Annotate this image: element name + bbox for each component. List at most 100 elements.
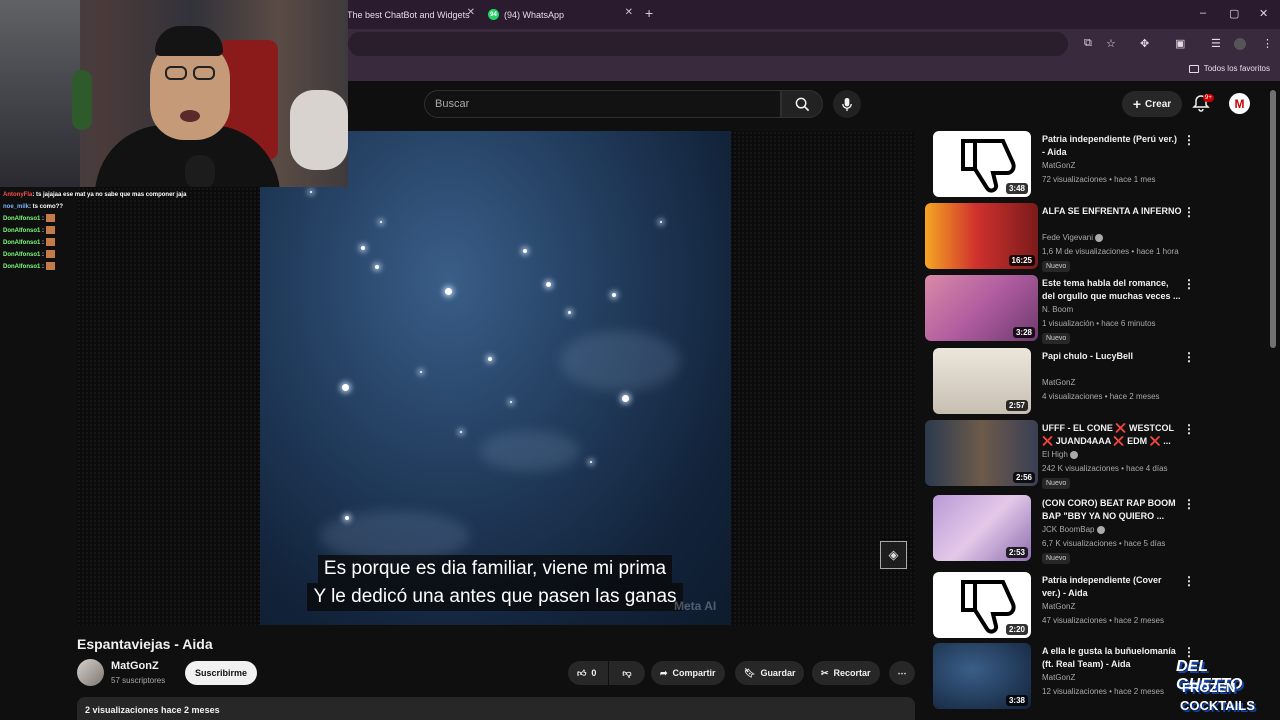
- extensions-icon[interactable]: ✥: [1140, 37, 1149, 50]
- more-options-icon[interactable]: ⋮: [1183, 350, 1195, 364]
- maximize-icon[interactable]: ▢: [1229, 7, 1239, 20]
- video-thumbnail[interactable]: 3:38: [933, 643, 1031, 709]
- video-thumbnail[interactable]: 3:28: [925, 275, 1038, 341]
- emote-icon: [46, 214, 56, 223]
- recommendation-item[interactable]: 2:53 (CON CORO) BEAT RAP BOOM BAP "BBY YA…: [925, 495, 1195, 564]
- more-options-icon[interactable]: ⋮: [1183, 133, 1195, 147]
- views-and-date: 2 visualizaciones hace 2 meses: [85, 705, 220, 715]
- tab-label: The best ChatBot and Widgets: [347, 9, 470, 20]
- video-thumbnail[interactable]: 3:48: [933, 131, 1031, 197]
- scrollbar[interactable]: [1270, 90, 1276, 348]
- description-box[interactable]: 2 visualizaciones hace 2 meses: [77, 697, 915, 720]
- close-tab-icon[interactable]: ✕: [625, 7, 633, 18]
- more-options-icon[interactable]: ⋮: [1183, 574, 1195, 588]
- recommendation-item[interactable]: 2:57 Papi chulo - LucyBell MatGonZ 4 visual…: [925, 348, 1195, 416]
- video-thumbnail[interactable]: 16:25: [925, 203, 1038, 269]
- star: [660, 221, 662, 223]
- subscribe-button[interactable]: Suscribirme: [185, 661, 257, 685]
- recommendation-item[interactable]: 3:28 Este tema habla del romance, del org…: [925, 275, 1195, 344]
- video-frame[interactable]: [260, 131, 731, 625]
- recommendation-meta: 1 visualización • hace 6 minutos: [1042, 319, 1156, 328]
- install-icon[interactable]: ⧉: [1084, 37, 1092, 50]
- recommendation-item[interactable]: 16:25 ALFA SE ENFRENTA A INFERNO Fede Vige…: [925, 203, 1195, 272]
- recommendation-title[interactable]: ALFA SE ENFRENTA A INFERNO: [1042, 205, 1182, 218]
- video-thumbnail[interactable]: 2:20: [933, 572, 1031, 638]
- close-tab-icon[interactable]: ✕: [467, 7, 475, 18]
- video-thumbnail[interactable]: 2:57: [933, 348, 1031, 414]
- avatar[interactable]: M: [1229, 93, 1250, 114]
- star: [310, 191, 312, 193]
- recommendation-title[interactable]: UFFF - EL CONE ❌ WESTCOL ❌ JUAND4AAA ❌ E…: [1042, 422, 1182, 448]
- more-options-icon[interactable]: ⋮: [1183, 497, 1195, 511]
- recommendation-channel[interactable]: El High: [1042, 450, 1079, 459]
- video-thumbnail[interactable]: 2:53: [933, 495, 1031, 561]
- star: [612, 293, 616, 297]
- star: [342, 384, 349, 391]
- recommendation-channel[interactable]: JCK BoomBap: [1042, 525, 1105, 534]
- save-button[interactable]: 🔖︎ Guardar: [735, 661, 805, 685]
- recommendation-item[interactable]: 3:48 Patria independiente (Perú ver.) - A…: [925, 131, 1195, 199]
- search-button[interactable]: [781, 90, 823, 118]
- more-options-icon[interactable]: ⋮: [1183, 205, 1195, 219]
- duration-badge: 16:25: [1008, 255, 1035, 266]
- profile-icon[interactable]: [1234, 38, 1246, 50]
- recommendation-item[interactable]: 2:20 Patria independiente (Cover ver.) - …: [925, 572, 1195, 640]
- more-actions-button[interactable]: ⋯: [889, 661, 915, 685]
- duration-badge: 3:38: [1005, 695, 1028, 706]
- close-window-icon[interactable]: ✕: [1259, 7, 1268, 20]
- subtitle-line: Y le dedicó una antes que pasen las gana…: [307, 583, 683, 611]
- verified-icon: [1070, 450, 1079, 459]
- all-bookmarks[interactable]: Todos los favoritos: [1188, 64, 1270, 73]
- recommendation-title[interactable]: Este tema habla del romance, del orgullo…: [1042, 277, 1182, 303]
- omnibox[interactable]: [348, 32, 1068, 56]
- new-tab-icon[interactable]: +: [645, 5, 653, 21]
- recommendation-channel[interactable]: N. Boom: [1042, 305, 1073, 314]
- tab-chatbot[interactable]: The best ChatBot and Widgets ✕: [347, 4, 475, 25]
- video-thumbnail[interactable]: 2:56: [925, 420, 1038, 486]
- recommendation-channel[interactable]: MatGonZ: [1042, 161, 1075, 170]
- chat-message: noe_milk: ts como??: [3, 204, 64, 210]
- recommendation-title[interactable]: Patria independiente (Cover ver.) - Aida: [1042, 574, 1182, 600]
- minimize-icon[interactable]: –: [1200, 7, 1206, 19]
- more-options-icon[interactable]: ⋮: [1183, 277, 1195, 291]
- dislike-button[interactable]: 👎︎: [609, 661, 645, 685]
- channel-avatar[interactable]: [77, 659, 104, 686]
- star: [345, 516, 349, 520]
- thumbs-down-icon: 👎︎: [622, 667, 632, 678]
- recommendation-channel[interactable]: MatGonZ: [1042, 378, 1075, 387]
- recommendation-title[interactable]: A ella le gusta la buñuelomanía (ft. Rea…: [1042, 645, 1182, 671]
- clip-button[interactable]: ✂ Recortar: [812, 661, 880, 685]
- create-button[interactable]: + Crear: [1122, 91, 1182, 117]
- emote-icon: [46, 238, 56, 247]
- reading-list-icon[interactable]: ☰: [1211, 37, 1221, 50]
- split-view-icon[interactable]: ▣: [1175, 37, 1185, 50]
- recommendation-title[interactable]: (CON CORO) BEAT RAP BOOM BAP "BBY YA NO …: [1042, 497, 1182, 523]
- menu-icon[interactable]: ⋮: [1262, 37, 1273, 50]
- star: [622, 395, 629, 402]
- duration-badge: 2:53: [1005, 547, 1028, 558]
- tab-whatsapp[interactable]: 94 (94) WhatsApp ✕: [488, 4, 633, 25]
- channel-name[interactable]: MatGonZ: [111, 660, 159, 672]
- recommendation-item[interactable]: 2:56 UFFF - EL CONE ❌ WESTCOL ❌ JUAND4AAA…: [925, 420, 1195, 489]
- recommendation-item[interactable]: 3:38 A ella le gusta la buñuelomanía (ft.…: [925, 643, 1195, 711]
- voice-search-button[interactable]: [833, 90, 861, 118]
- stream-chat: AntonyFla: ts jajajaa ese mat ya no sabe…: [3, 189, 263, 273]
- verified-icon: [1096, 525, 1105, 534]
- recommendation-channel[interactable]: MatGonZ: [1042, 673, 1075, 682]
- recommendation-title[interactable]: Papi chulo - LucyBell: [1042, 350, 1182, 363]
- recommendation-channel[interactable]: Fede Vigevani: [1042, 233, 1104, 242]
- star: [510, 401, 512, 403]
- more-options-icon[interactable]: ⋮: [1183, 422, 1195, 436]
- recommendation-meta: 47 visualizaciones • hace 2 meses: [1042, 616, 1164, 625]
- share-button[interactable]: ➦ Compartir: [651, 661, 725, 685]
- search-input[interactable]: Buscar: [424, 90, 781, 118]
- star-icon[interactable]: ☆: [1106, 37, 1116, 50]
- recommendation-title[interactable]: Patria independiente (Perú ver.) - Aida: [1042, 133, 1182, 159]
- recommendation-channel[interactable]: MatGonZ: [1042, 602, 1075, 611]
- chat-message: AntonyFla: ts jajajaa ese mat ya no sabe…: [3, 192, 187, 198]
- star: [546, 282, 551, 287]
- like-button[interactable]: 👍︎ 0: [568, 661, 608, 685]
- chat-message: DonAlfonso1 :: [3, 213, 263, 225]
- star: [590, 461, 592, 463]
- duration-badge: 3:48: [1005, 183, 1028, 194]
